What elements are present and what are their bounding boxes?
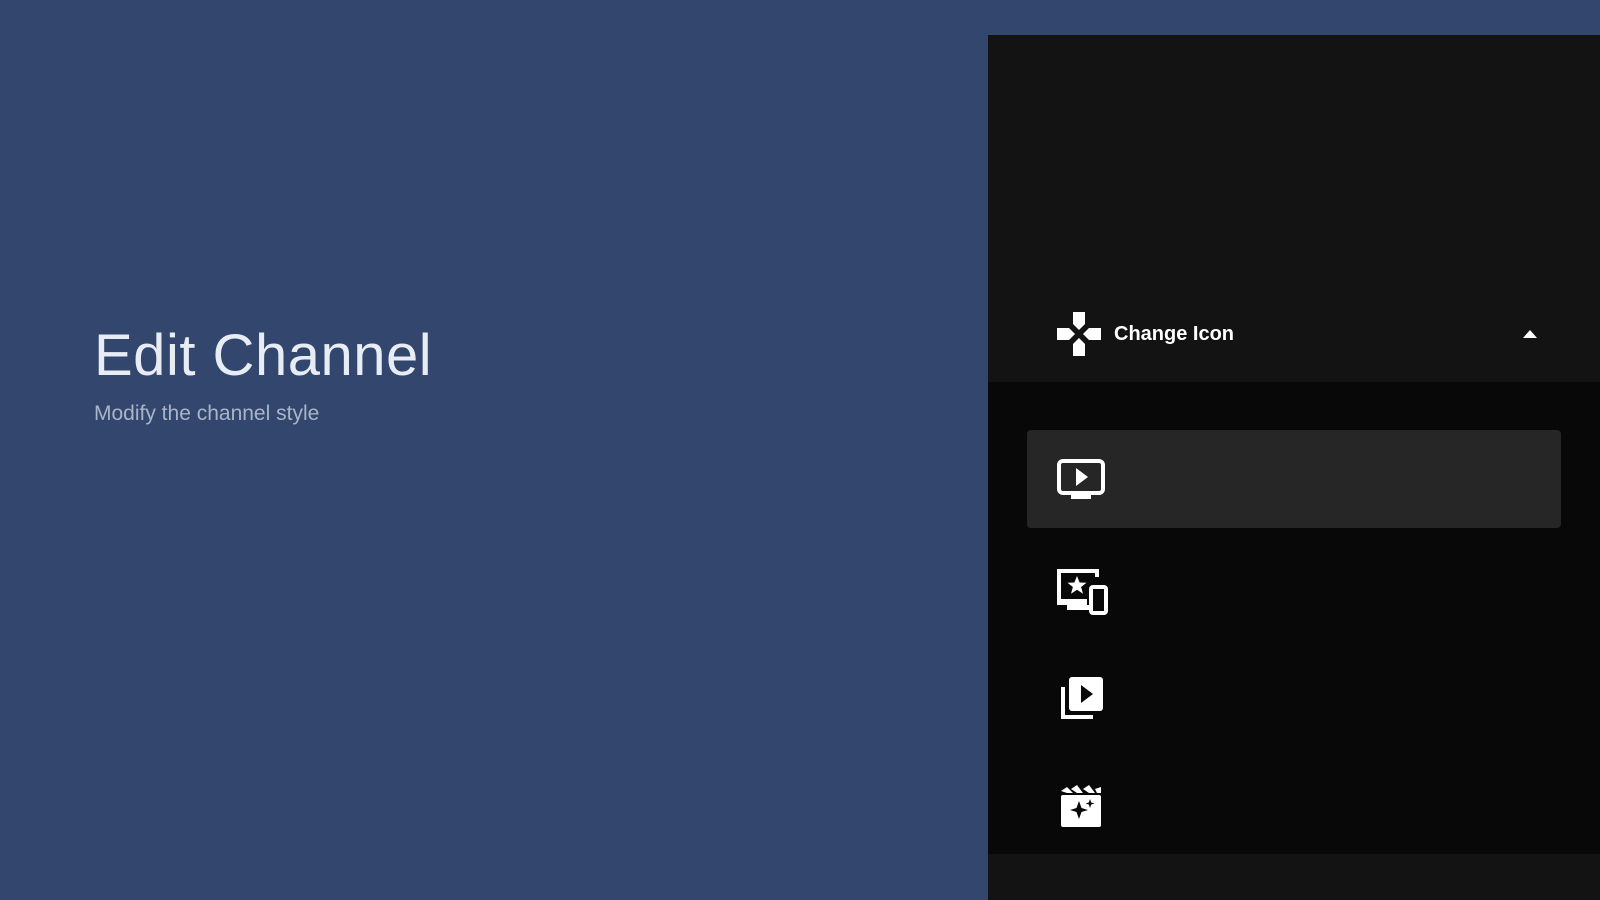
page-heading: Edit Channel Modify the channel style: [94, 320, 432, 426]
change-icon-dropdown[interactable]: Change Icon: [1054, 307, 1540, 361]
icon-option-movie-sparkle[interactable]: [1027, 758, 1561, 856]
side-panel: Change Icon: [988, 35, 1600, 900]
movie-sparkle-icon: [1053, 779, 1109, 835]
screen: Edit Channel Modify the channel style Ch…: [0, 0, 1600, 900]
panel-footer: [988, 854, 1600, 900]
change-icon-label: Change Icon: [1114, 322, 1235, 345]
tv-play-icon: [1053, 451, 1109, 507]
video-library-icon: [1053, 671, 1109, 727]
page-subtitle: Modify the channel style: [94, 402, 320, 425]
devices-star-icon: [1053, 563, 1109, 619]
icon-options-list: [988, 382, 1600, 854]
panel-header: Change Icon: [988, 35, 1600, 382]
icon-option-tv-play[interactable]: [1027, 430, 1561, 528]
page-title: Edit Channel: [94, 323, 433, 388]
gamepad-icon: [1054, 309, 1104, 359]
caret-up-icon: [1520, 324, 1540, 344]
icon-option-video-library[interactable]: [1027, 650, 1561, 748]
icon-option-devices-star[interactable]: [1027, 542, 1561, 640]
